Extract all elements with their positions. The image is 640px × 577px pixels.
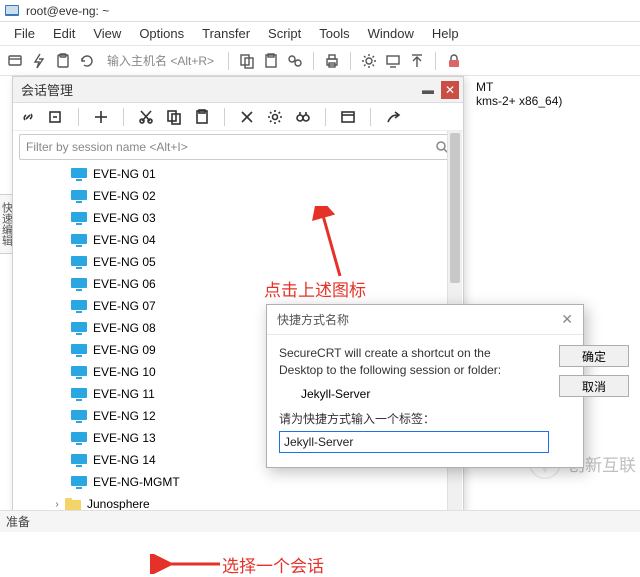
print-icon[interactable] <box>323 52 341 70</box>
menu-options[interactable]: Options <box>139 26 184 41</box>
filter-row: Filter by session name <Alt+I> <box>19 134 457 160</box>
settings-icon[interactable] <box>360 52 378 70</box>
dialog-text: Desktop to the following session or fold… <box>279 362 549 379</box>
add-icon[interactable] <box>92 108 110 126</box>
link-icon[interactable] <box>19 108 37 126</box>
lock-icon[interactable] <box>445 52 463 70</box>
chevron-right-icon[interactable]: › <box>51 498 63 510</box>
dialog-header: 快捷方式名称 ✕ <box>267 305 583 335</box>
paste-icon[interactable] <box>262 52 280 70</box>
main-toolbar: 输入主机名 <Alt+R> <box>0 46 640 76</box>
connect-icon[interactable] <box>6 52 24 70</box>
tree-session-item[interactable]: EVE-NG 04 <box>13 229 463 251</box>
dialog-text: SecureCRT will create a shortcut on the <box>279 345 549 362</box>
app-icon <box>4 3 20 19</box>
binoculars-icon[interactable] <box>294 108 312 126</box>
arrow-icon <box>300 206 360 286</box>
panel-minimize-button[interactable]: ▬ <box>419 81 437 99</box>
cut-icon[interactable] <box>137 108 155 126</box>
terminal-text: kms-2+ x86_64) <box>476 94 624 108</box>
status-bar: 准备 <box>0 510 640 532</box>
lightning-icon[interactable] <box>30 52 48 70</box>
copy2-icon[interactable] <box>165 108 183 126</box>
menu-tools[interactable]: Tools <box>319 26 349 41</box>
shortcut-dialog: 快捷方式名称 ✕ SecureCRT will create a shortcu… <box>266 304 584 468</box>
filter-input[interactable]: Filter by session name <Alt+I> <box>26 140 434 154</box>
dialog-close-button[interactable]: ✕ <box>561 311 573 328</box>
new-session-icon[interactable] <box>47 108 65 126</box>
share-icon[interactable] <box>384 108 402 126</box>
menu-view[interactable]: View <box>93 26 121 41</box>
ok-button[interactable]: 确定 <box>559 345 629 367</box>
dialog-session-name: Jekyll-Server <box>301 387 549 401</box>
panel-toolbar <box>13 103 463 131</box>
menu-bar: File Edit View Options Transfer Script T… <box>0 22 640 46</box>
tree-session-item[interactable]: EVE-NG 03 <box>13 207 463 229</box>
gear-icon[interactable] <box>266 108 284 126</box>
upload-icon[interactable] <box>408 52 426 70</box>
arrow-icon <box>150 554 230 574</box>
menu-edit[interactable]: Edit <box>53 26 75 41</box>
menu-transfer[interactable]: Transfer <box>202 26 250 41</box>
window-title-bar: root@eve-ng: ~ <box>0 0 640 22</box>
menu-help[interactable]: Help <box>432 26 459 41</box>
terminal-text: MT <box>476 80 624 94</box>
screen-icon[interactable] <box>384 52 402 70</box>
delete-icon[interactable] <box>238 108 256 126</box>
tree-session-item[interactable]: EVE-NG-MGMT <box>13 471 463 493</box>
copy-icon[interactable] <box>238 52 256 70</box>
dialog-prompt: 请为快捷方式输入一个标签： <box>279 411 549 428</box>
menu-window[interactable]: Window <box>368 26 414 41</box>
menu-file[interactable]: File <box>14 26 35 41</box>
panel-title: 会话管理 <box>17 80 73 99</box>
menu-script[interactable]: Script <box>268 26 301 41</box>
tree-session-item[interactable]: EVE-NG 06 <box>13 273 463 295</box>
dialog-title: 快捷方式名称 <box>277 311 349 328</box>
tree-session-item[interactable]: EVE-NG 02 <box>13 185 463 207</box>
window-title: root@eve-ng: ~ <box>26 4 109 18</box>
tree-session-item[interactable]: EVE-NG 05 <box>13 251 463 273</box>
annotation-select: 选择一个会话 <box>222 552 324 577</box>
paste2-icon[interactable] <box>193 108 211 126</box>
reconnect-icon[interactable] <box>78 52 96 70</box>
cancel-button[interactable]: 取消 <box>559 375 629 397</box>
clipboard-icon[interactable] <box>54 52 72 70</box>
panel-close-button[interactable]: ✕ <box>441 81 459 99</box>
panel-header: 会话管理 ▬ ✕ <box>13 77 463 103</box>
host-input[interactable]: 输入主机名 <Alt+R> <box>102 51 219 70</box>
new-window-icon[interactable] <box>339 108 357 126</box>
shortcut-label-input[interactable] <box>279 431 549 453</box>
tree-session-item[interactable]: EVE-NG 01 <box>13 163 463 185</box>
find-icon[interactable] <box>286 52 304 70</box>
